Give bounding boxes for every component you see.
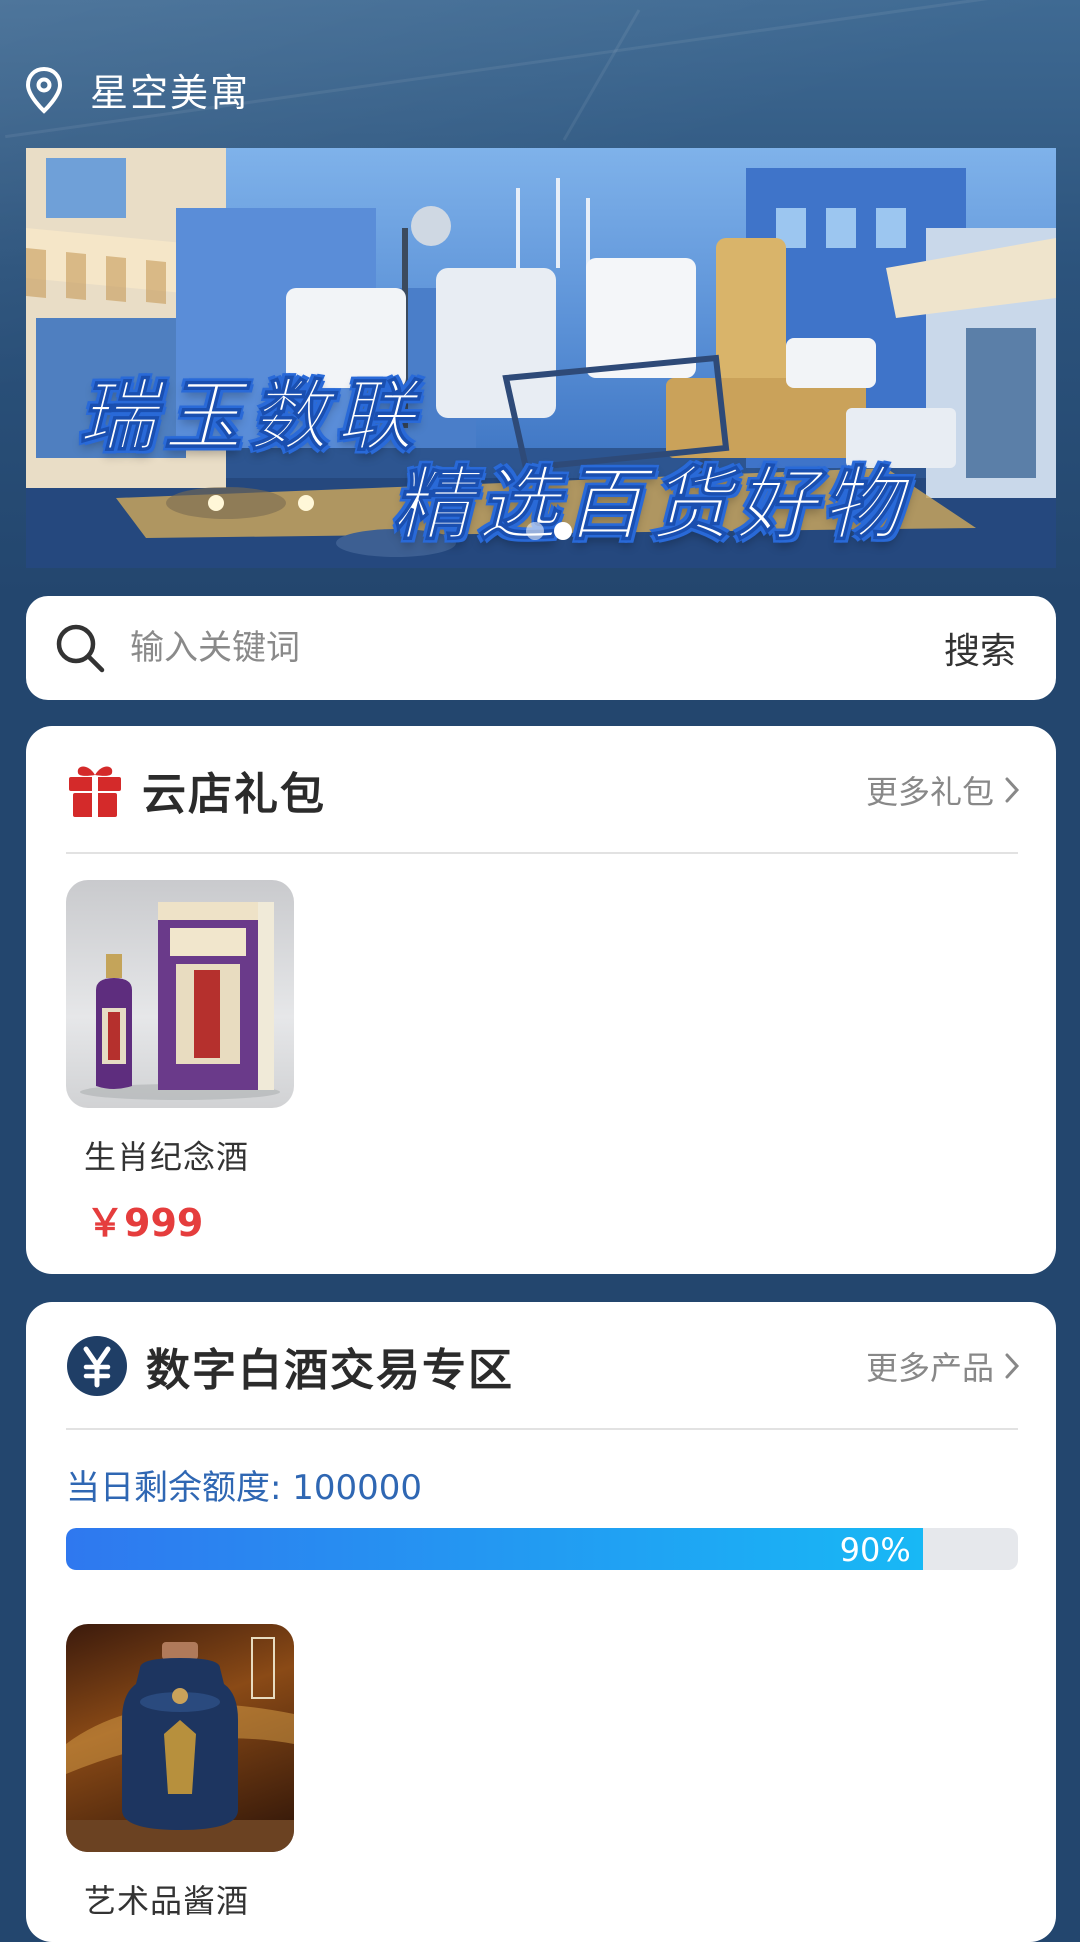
section-divider bbox=[66, 852, 1018, 854]
gift-icon bbox=[69, 766, 121, 817]
product-card[interactable]: 艺术品酱酒 bbox=[66, 1624, 294, 1922]
product-image bbox=[66, 1624, 294, 1852]
product-name: 生肖纪念酒 bbox=[84, 1138, 250, 1176]
product-image bbox=[66, 880, 294, 1108]
chevron-right-icon bbox=[1005, 1353, 1020, 1379]
carousel-indicator[interactable] bbox=[526, 522, 572, 540]
yen-coin-icon bbox=[67, 1336, 127, 1396]
banner-title-slogan: 精选百货好物 bbox=[392, 458, 908, 552]
location-selector[interactable]: 星空美寓 bbox=[24, 62, 250, 117]
product-price: ￥999 bbox=[86, 1201, 204, 1245]
product-card[interactable]: 生肖纪念酒 ￥999 bbox=[66, 880, 294, 1247]
daily-quota-label: 当日剩余额度: 100000 bbox=[66, 1468, 423, 1508]
search-icon bbox=[56, 624, 105, 673]
location-pin-icon bbox=[25, 66, 63, 114]
search-button[interactable]: 搜索 bbox=[944, 622, 1016, 674]
promo-banner[interactable]: 瑞玉数联 精选百货好物 bbox=[26, 148, 1056, 568]
chevron-right-icon bbox=[1005, 777, 1020, 803]
gift-section-card: 云店礼包 更多礼包 生肖纪念酒 ￥999 bbox=[26, 726, 1056, 1274]
quota-progress-text: 90% bbox=[839, 1531, 911, 1569]
banner-title-brand: 瑞玉数联 bbox=[77, 372, 423, 463]
carousel-dot[interactable] bbox=[526, 522, 544, 540]
liquor-bottle-box-image bbox=[80, 902, 280, 1100]
quota-progress-bar: 90% bbox=[66, 1528, 1018, 1570]
gift-section-header: 云店礼包 更多礼包 bbox=[66, 750, 1020, 830]
more-gifts-link[interactable]: 更多礼包 bbox=[866, 767, 1020, 813]
baijiu-section-card: 数字白酒交易专区 更多产品 当日剩余额度: 100000 90% 艺术品酱酒 bbox=[26, 1302, 1056, 1942]
more-gifts-label: 更多礼包 bbox=[865, 773, 994, 811]
location-name: 星空美寓 bbox=[90, 71, 251, 115]
quota-progress-fill: 90% bbox=[66, 1528, 923, 1570]
baijiu-section-title: 数字白酒交易专区 bbox=[146, 1345, 514, 1396]
product-name: 艺术品酱酒 bbox=[84, 1882, 250, 1920]
baijiu-section-header: 数字白酒交易专区 更多产品 bbox=[66, 1326, 1020, 1406]
more-products-link[interactable]: 更多产品 bbox=[866, 1343, 1020, 1389]
carousel-dot-active[interactable] bbox=[554, 522, 572, 540]
search-input[interactable] bbox=[128, 627, 944, 669]
search-bar: 搜索 bbox=[26, 596, 1056, 700]
liquor-jar-image bbox=[66, 1637, 294, 1852]
section-divider bbox=[66, 1428, 1018, 1430]
more-products-label: 更多产品 bbox=[865, 1349, 994, 1387]
gift-section-title: 云店礼包 bbox=[142, 769, 326, 820]
